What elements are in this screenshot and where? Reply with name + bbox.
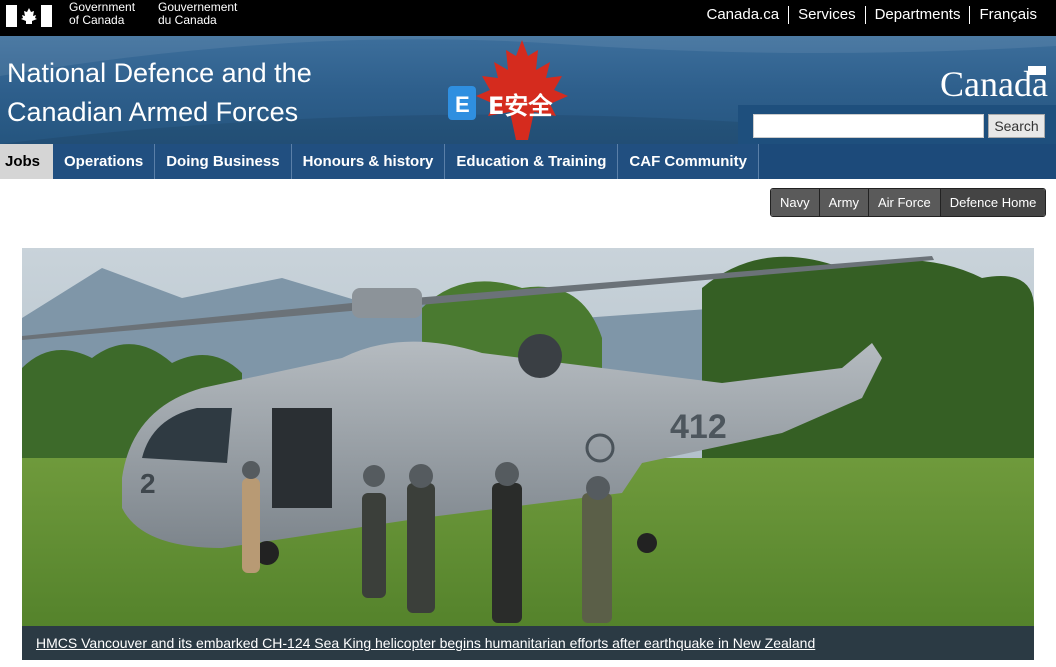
navy-button[interactable]: Navy	[771, 189, 820, 216]
gov-fr-line2: du Canada	[158, 13, 217, 27]
esafety-letter: E	[455, 92, 470, 117]
nav-item-caf-community[interactable]: CAF Community	[618, 144, 759, 179]
nav-item-honours-history[interactable]: Honours & history	[291, 144, 446, 179]
gov-en-line2: of Canada	[69, 13, 125, 27]
branch-button-group: Navy Army Air Force Defence Home	[770, 188, 1047, 217]
departments-link[interactable]: Departments	[866, 6, 970, 24]
gouvernement-du-canada-label[interactable]: Gouvernement du Canada	[158, 1, 237, 27]
language-toggle-link[interactable]: Français	[970, 6, 1046, 24]
government-of-canada-label[interactable]: Government of Canada	[69, 1, 135, 27]
search-button[interactable]: Search	[988, 114, 1045, 138]
services-link[interactable]: Services	[789, 6, 865, 24]
esafety-watermark-logo: E E安全	[448, 40, 568, 140]
nav-items: Jobs Operations Doing Business Honours &…	[0, 144, 759, 179]
site-title-line2: Canadian Armed Forces	[7, 97, 299, 127]
defence-home-button[interactable]: Defence Home	[940, 189, 1046, 216]
nav-item-operations[interactable]: Operations	[53, 144, 156, 179]
nose-number: 2	[140, 468, 156, 499]
site-title-line1: National Defence and the	[7, 58, 312, 88]
helicopter-photo: 412 2	[22, 248, 1034, 660]
search-input[interactable]	[753, 114, 984, 138]
top-links: Canada.ca Services Departments Français	[698, 6, 1047, 24]
search-area: Search	[738, 105, 1056, 144]
air-force-button[interactable]: Air Force	[868, 189, 941, 216]
canada-wordmark: Canada	[940, 64, 1048, 104]
hero-image[interactable]: 412 2	[22, 248, 1034, 660]
canada-wordmark-flag-icon	[1028, 66, 1046, 75]
site-banner: National Defence and the Canadian Armed …	[0, 36, 1056, 144]
tail-number: 412	[670, 408, 727, 446]
hero-caption-bar: HMCS Vancouver and its embarked CH-124 S…	[22, 626, 1034, 660]
canada-ca-link[interactable]: Canada.ca	[698, 6, 789, 24]
site-title[interactable]: National Defence and the Canadian Armed …	[7, 54, 312, 132]
nav-item-doing-business[interactable]: Doing Business	[155, 144, 292, 179]
federal-identity-bar: Government of Canada Gouvernement du Can…	[0, 0, 1056, 36]
esafety-text: E安全	[488, 92, 553, 120]
canada-flag-icon	[6, 5, 52, 27]
main-navigation: Jobs Operations Doing Business Honours &…	[0, 144, 1056, 179]
hero-caption-link[interactable]: HMCS Vancouver and its embarked CH-124 S…	[36, 635, 815, 651]
nav-item-jobs[interactable]: Jobs	[0, 144, 54, 179]
army-button[interactable]: Army	[819, 189, 869, 216]
nav-item-education-training[interactable]: Education & Training	[445, 144, 619, 179]
